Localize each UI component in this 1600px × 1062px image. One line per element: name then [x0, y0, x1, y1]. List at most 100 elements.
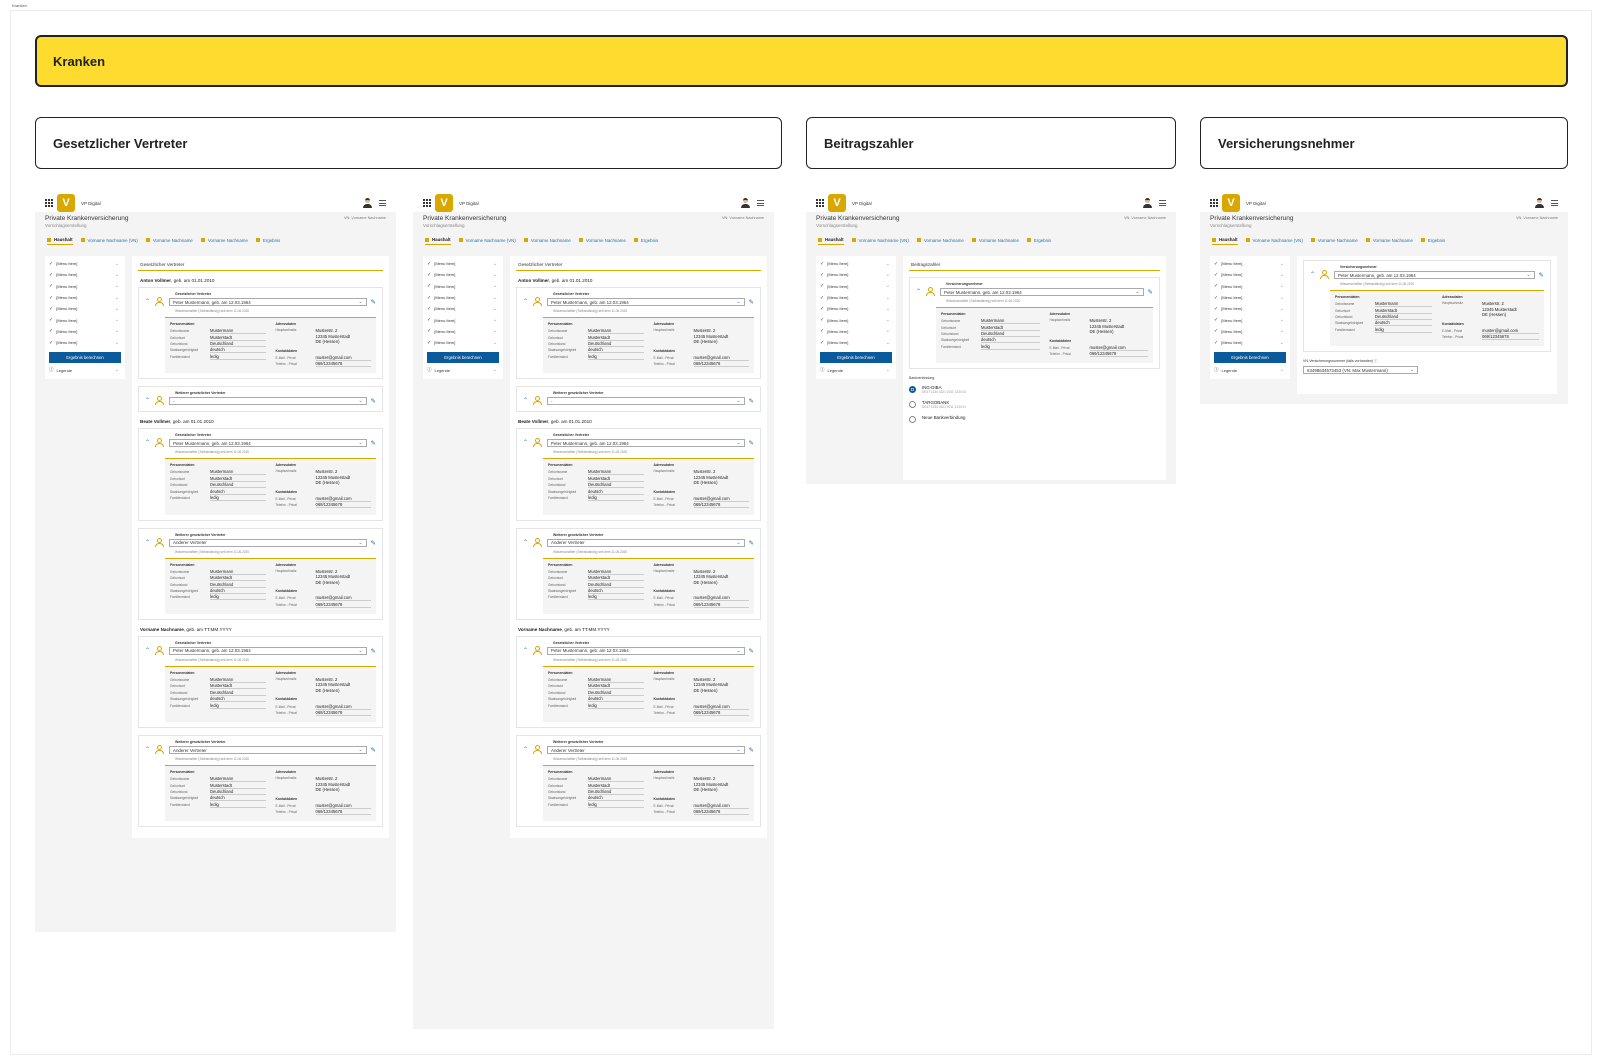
- vn-number-select[interactable]: 63498634573453 (VN: Max Mustermann) ⌄: [1303, 366, 1418, 375]
- representative-select[interactable]: Peter Mustermann, geb. am 12.03.1964 ⌄: [169, 439, 367, 448]
- hamburger-menu-icon[interactable]: [379, 200, 386, 206]
- user-avatar-icon[interactable]: [741, 198, 750, 208]
- tab-item[interactable]: Vorname Nachname: [1365, 238, 1413, 245]
- tab-item[interactable]: Vorname Nachname: [523, 238, 571, 245]
- sidebar-menu-item[interactable]: ✓ [Menu Item] ⌄: [1214, 258, 1286, 269]
- sidebar-menu-item[interactable]: ✓ [Menu Item] ⌄: [427, 337, 499, 348]
- calculate-result-button[interactable]: Ergebnis berechnen: [49, 352, 121, 364]
- user-avatar-icon[interactable]: [363, 198, 372, 208]
- tab-item[interactable]: Ergebnis: [255, 238, 280, 245]
- edit-icon[interactable]: ✎: [371, 397, 376, 405]
- tab-item[interactable]: Haushalt: [818, 237, 844, 245]
- tab-item[interactable]: Vorname Nachname: [145, 238, 193, 245]
- sidebar-menu-item[interactable]: ✓ [Menu Item] ⌄: [49, 337, 121, 348]
- tab-item[interactable]: Vorname Nachname (VN): [458, 238, 516, 245]
- tab-item[interactable]: Vorname Nachname (VN): [80, 238, 138, 245]
- edit-icon[interactable]: ✎: [749, 746, 754, 754]
- sidebar-menu-item[interactable]: ✓ [Menu Item] ⌄: [1214, 337, 1286, 348]
- collapse-icon[interactable]: ⌃: [145, 540, 150, 546]
- tab-item[interactable]: Vorname Nachname: [1310, 238, 1358, 245]
- collapse-icon[interactable]: ⌃: [523, 398, 528, 404]
- tab-item[interactable]: Ergebnis: [633, 238, 658, 245]
- sidebar-menu-item[interactable]: ✓ [Menu Item] ⌄: [820, 326, 892, 337]
- sidebar-menu-item[interactable]: ✓ [Menu Item] ⌄: [427, 258, 499, 269]
- representative-select[interactable]: Peter Mustermann, geb. am 12.03.1964 ⌄: [547, 298, 745, 306]
- edit-icon[interactable]: ✎: [371, 539, 376, 547]
- tab-item[interactable]: Vorname Nachname: [200, 238, 248, 245]
- legend-toggle[interactable]: ⓘ Legende ⌄: [427, 363, 499, 377]
- collapse-icon[interactable]: ⌃: [1310, 272, 1315, 278]
- hamburger-menu-icon[interactable]: [1551, 200, 1558, 206]
- collapse-icon[interactable]: ⌃: [916, 289, 921, 295]
- sidebar-menu-item[interactable]: ✓ [Menu Item] ⌄: [49, 303, 121, 314]
- sidebar-menu-item[interactable]: ✓ [Menu Item] ⌄: [820, 281, 892, 292]
- legend-toggle[interactable]: ⓘ Legende ⌄: [49, 363, 121, 377]
- tab-item[interactable]: Vorname Nachname: [916, 238, 964, 245]
- legend-toggle[interactable]: ⓘ Legende ⌄: [820, 363, 892, 377]
- representative-select[interactable]: Anderer Vertreter ⌄: [547, 746, 745, 755]
- representative-select[interactable]: - ⌄: [547, 397, 745, 406]
- user-avatar-icon[interactable]: [1143, 198, 1152, 208]
- tab-item[interactable]: Vorname Nachname: [578, 238, 626, 245]
- sidebar-menu-item[interactable]: ✓ [Menu Item] ⌄: [49, 281, 121, 292]
- apps-grid-icon[interactable]: [1210, 199, 1218, 207]
- sidebar-menu-item[interactable]: ✓ [Menu Item] ⌄: [1214, 303, 1286, 314]
- hamburger-menu-icon[interactable]: [757, 200, 764, 206]
- sidebar-menu-item[interactable]: ✓ [Menu Item] ⌄: [1214, 281, 1286, 292]
- radio-button[interactable]: [909, 416, 916, 424]
- edit-icon[interactable]: ✎: [371, 439, 376, 447]
- representative-select[interactable]: Peter Mustermann, geb. am 12.03.1964 ⌄: [547, 439, 745, 448]
- edit-icon[interactable]: ✎: [371, 746, 376, 754]
- bank-option[interactable]: Neue Bankverbindung: [909, 415, 1160, 424]
- sidebar-menu-item[interactable]: ✓ [Menu Item] ⌄: [820, 337, 892, 348]
- representative-select[interactable]: Peter Mustermann, geb. am 12.03.1964 ⌄: [169, 646, 367, 655]
- sidebar-menu-item[interactable]: ✓ [Menu Item] ⌄: [49, 314, 121, 325]
- tab-item[interactable]: Ergebnis: [1026, 238, 1051, 245]
- sidebar-menu-item[interactable]: ✓ [Menu Item] ⌄: [427, 281, 499, 292]
- sidebar-menu-item[interactable]: ✓ [Menu Item] ⌄: [1214, 314, 1286, 325]
- edit-icon[interactable]: ✎: [371, 298, 376, 306]
- representative-select[interactable]: Peter Mustermann, geb. am 12.03.1964 ⌄: [547, 646, 745, 655]
- sidebar-menu-item[interactable]: ✓ [Menu Item] ⌄: [49, 258, 121, 269]
- tab-item[interactable]: Vorname Nachname: [971, 238, 1019, 245]
- sidebar-menu-item[interactable]: ✓ [Menu Item] ⌄: [49, 292, 121, 303]
- representative-select[interactable]: Peter Mustermann, geb. am 12.03.1964 ⌄: [940, 288, 1144, 296]
- tab-item[interactable]: Vorname Nachname (VN): [851, 238, 909, 245]
- representative-select[interactable]: Anderer Vertreter ⌄: [547, 538, 745, 547]
- collapse-icon[interactable]: ⌃: [145, 648, 150, 654]
- sidebar-menu-item[interactable]: ✓ [Menu Item] ⌄: [427, 292, 499, 303]
- apps-grid-icon[interactable]: [816, 199, 824, 207]
- tab-item[interactable]: Haushalt: [425, 237, 451, 245]
- hamburger-menu-icon[interactable]: [1159, 200, 1166, 206]
- edit-icon[interactable]: ✎: [749, 439, 754, 447]
- edit-icon[interactable]: ✎: [749, 539, 754, 547]
- collapse-icon[interactable]: ⌃: [523, 540, 528, 546]
- user-avatar-icon[interactable]: [1535, 198, 1544, 208]
- edit-icon[interactable]: ✎: [371, 647, 376, 655]
- collapse-icon[interactable]: ⌃: [145, 398, 150, 404]
- sidebar-menu-item[interactable]: ✓ [Menu Item] ⌄: [820, 269, 892, 280]
- sidebar-menu-item[interactable]: ✓ [Menu Item] ⌄: [49, 269, 121, 280]
- apps-grid-icon[interactable]: [423, 199, 431, 207]
- collapse-icon[interactable]: ⌃: [145, 440, 150, 446]
- sidebar-menu-item[interactable]: ✓ [Menu Item] ⌄: [427, 303, 499, 314]
- representative-select[interactable]: Anderer Vertreter ⌄: [169, 746, 367, 755]
- collapse-icon[interactable]: ⌃: [523, 299, 528, 305]
- calculate-result-button[interactable]: Ergebnis berechnen: [820, 352, 892, 364]
- radio-button[interactable]: [909, 386, 916, 394]
- tab-item[interactable]: Ergebnis: [1420, 238, 1445, 245]
- representative-select[interactable]: Peter Mustermann, geb. am 12.03.1964 ⌄: [169, 298, 367, 306]
- calculate-result-button[interactable]: Ergebnis berechnen: [1214, 352, 1286, 364]
- collapse-icon[interactable]: ⌃: [523, 747, 528, 753]
- representative-select[interactable]: Peter Mustermann, geb. am 12.03.1964 ⌄: [1334, 271, 1535, 279]
- edit-icon[interactable]: ✎: [1539, 271, 1544, 279]
- collapse-icon[interactable]: ⌃: [523, 648, 528, 654]
- calculate-result-button[interactable]: Ergebnis berechnen: [427, 352, 499, 364]
- sidebar-menu-item[interactable]: ✓ [Menu Item] ⌄: [427, 326, 499, 337]
- sidebar-menu-item[interactable]: ✓ [Menu Item] ⌄: [820, 292, 892, 303]
- sidebar-menu-item[interactable]: ✓ [Menu Item] ⌄: [1214, 292, 1286, 303]
- sidebar-menu-item[interactable]: ✓ [Menu Item] ⌄: [820, 314, 892, 325]
- bank-option[interactable]: ING-DIBA DE47 1234 4321 0011 1234 00: [909, 385, 1160, 394]
- radio-button[interactable]: [909, 401, 916, 409]
- info-icon[interactable]: ⓘ: [1374, 359, 1378, 363]
